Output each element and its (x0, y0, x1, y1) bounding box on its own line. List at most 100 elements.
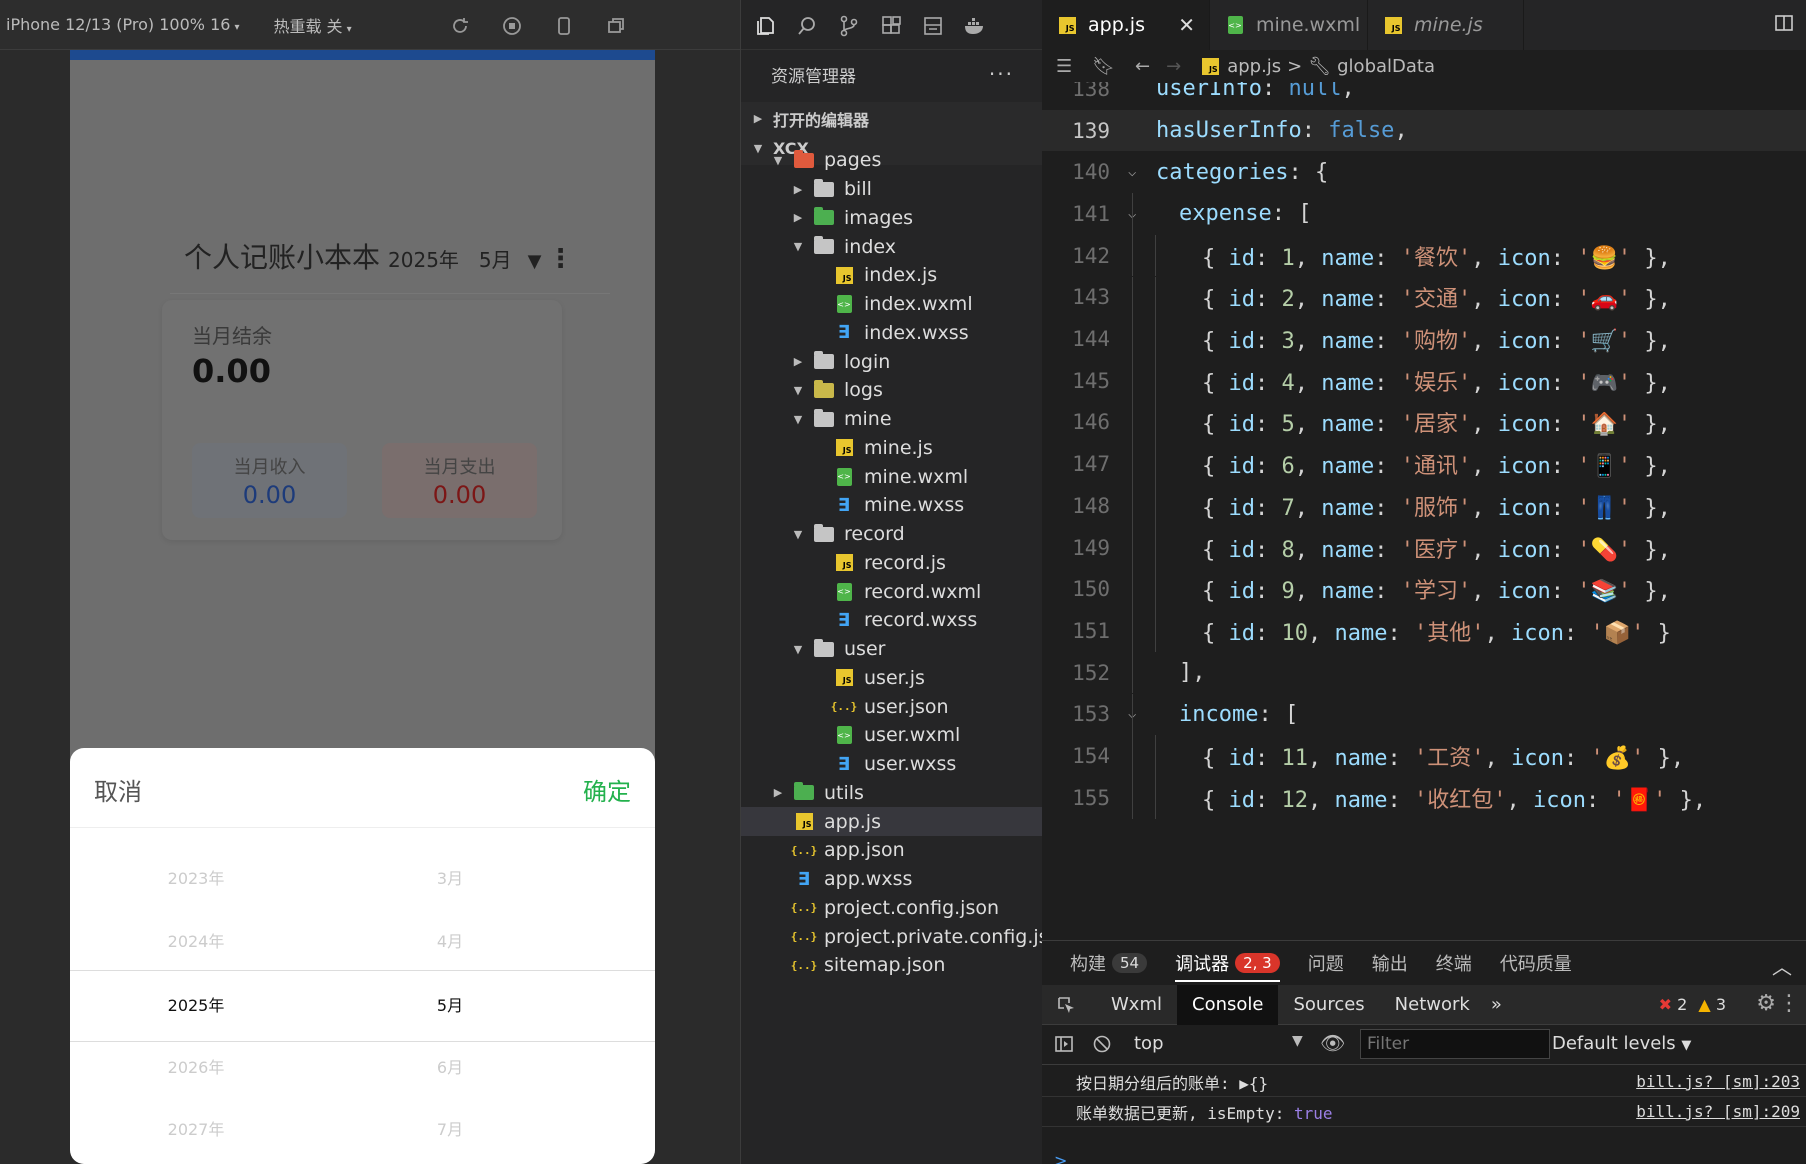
devtools-tab[interactable]: Console (1177, 984, 1279, 1025)
picker-year-option[interactable]: 2024年 (168, 928, 225, 952)
search-icon[interactable] (793, 12, 821, 40)
file-icon-wrap: JS (833, 265, 855, 285)
tree-item[interactable]: ▼ logs (741, 376, 1043, 405)
more-tabs-icon[interactable]: » (1491, 994, 1502, 1015)
confirm-button[interactable]: 确定 (583, 772, 631, 807)
panel-tab[interactable]: 代码质量 (1500, 950, 1572, 976)
tree-item[interactable]: ∃ mine.wxss (741, 491, 1043, 520)
open-editors-section[interactable]: ▶ 打开的编辑器 (741, 102, 1043, 135)
picker-month-option[interactable]: 4月 (437, 928, 463, 952)
app-month[interactable]: 5月 (479, 244, 512, 273)
tree-item[interactable]: <> user.wxml (741, 721, 1043, 750)
issue-counts[interactable]: ✖ 2 ▲ 3 (1659, 995, 1726, 1014)
close-icon[interactable]: ✕ (1178, 13, 1195, 37)
tree-item[interactable]: {..} project.private.config.js... (741, 922, 1043, 951)
panel-tab[interactable]: 输出 (1372, 950, 1408, 976)
json-file-icon: {..} (790, 930, 818, 944)
tree-item[interactable]: <> index.wxml (741, 290, 1043, 319)
tree-item[interactable]: {..} sitemap.json (741, 951, 1043, 980)
picker-month-option[interactable]: 6月 (437, 1054, 463, 1078)
more-vertical-icon[interactable]: ⋮ (1778, 991, 1800, 1016)
tree-item[interactable]: JS app.js (741, 807, 1043, 836)
tree-item[interactable]: ▶ login (741, 347, 1043, 376)
picker-year-option[interactable]: 2026年 (168, 1054, 225, 1078)
tree-item[interactable]: ▼ pages (741, 146, 1043, 175)
editor-tab[interactable]: JS mine.js (1368, 0, 1524, 50)
split-editor-icon[interactable] (1774, 13, 1794, 38)
hot-reload-toggle[interactable]: 热重载 关 ▾ (273, 13, 351, 37)
tree-item[interactable]: <> mine.wxml (741, 462, 1043, 491)
chevron-up-icon[interactable]: ︿ (1772, 951, 1792, 980)
forward-arrow-icon[interactable]: → (1166, 56, 1181, 77)
back-arrow-icon[interactable]: ← (1135, 56, 1150, 77)
console-prompt[interactable]: > (1054, 1151, 1067, 1164)
devtools-tab[interactable]: Network (1380, 985, 1485, 1025)
console-source-link[interactable]: bill.js? [sm]:203 (1636, 1072, 1800, 1091)
tree-item[interactable]: JS record.js (741, 549, 1043, 578)
extensions-icon[interactable] (877, 12, 905, 40)
tree-item[interactable]: ▶ bill (741, 175, 1043, 204)
tree-item[interactable]: <> record.wxml (741, 577, 1043, 606)
source-control-icon[interactable] (835, 12, 863, 40)
code-editor[interactable]: 138 userInfo: null, 139 hasUserInfo: false,… (1042, 82, 1806, 940)
filter-input[interactable] (1360, 1029, 1550, 1059)
eye-icon[interactable]: 👁︎ (1320, 1031, 1345, 1055)
dropdown-arrow-icon[interactable]: ▼ (528, 251, 542, 272)
breadcrumb-file[interactable]: JS app.js (1199, 56, 1281, 77)
tree-item[interactable]: ▶ images (741, 204, 1043, 233)
tree-item[interactable]: ∃ app.wxss (741, 865, 1043, 894)
refresh-icon[interactable] (448, 14, 472, 38)
context-selector[interactable]: top (1134, 1033, 1164, 1054)
docker-icon[interactable] (961, 12, 989, 40)
storage-icon[interactable] (919, 12, 947, 40)
caret-down-icon[interactable]: ▼ (1292, 1033, 1303, 1049)
picker-month-option[interactable]: 3月 (437, 865, 463, 889)
picker-month-option[interactable]: 7月 (437, 1116, 463, 1140)
tree-item[interactable]: JS user.js (741, 664, 1043, 693)
outline-list-icon[interactable]: ☰ (1056, 56, 1072, 77)
stop-icon[interactable] (500, 14, 524, 38)
tree-item[interactable]: ▶ utils (741, 779, 1043, 808)
bookmark-icon[interactable]: 🔖︎ (1092, 56, 1115, 77)
devtools-tab[interactable]: Sources (1278, 985, 1379, 1025)
files-icon[interactable] (751, 12, 779, 40)
device-selector[interactable]: iPhone 12/13 (Pro) 100% 16 ▾ (6, 15, 239, 34)
phone-icon[interactable] (552, 14, 576, 38)
tree-item[interactable]: ▼ mine (741, 405, 1043, 434)
picker-year-option[interactable]: 2023年 (168, 865, 225, 889)
more-actions-icon[interactable]: ... (989, 56, 1014, 80)
panel-tab[interactable]: 调试器 2, 3 (1175, 950, 1280, 982)
tree-item[interactable]: {..} project.config.json (741, 894, 1043, 923)
cancel-button[interactable]: 取消 (94, 772, 142, 807)
detach-window-icon[interactable] (604, 14, 628, 38)
more-vertical-icon[interactable]: ⋮ (548, 244, 574, 274)
devtools-tab[interactable]: Wxml (1096, 985, 1177, 1025)
tree-item[interactable]: {..} app.json (741, 836, 1043, 865)
app-year[interactable]: 2025年 (388, 244, 459, 273)
picker-year-option[interactable]: 2025年 (168, 992, 225, 1016)
console-source-link[interactable]: bill.js? [sm]:209 (1636, 1102, 1800, 1121)
tree-item[interactable]: JS mine.js (741, 434, 1043, 463)
tree-item[interactable]: ∃ record.wxss (741, 606, 1043, 635)
fold-chevron-icon[interactable]: ⌵ (1128, 164, 1136, 180)
editor-tab[interactable]: <> mine.wxml (1210, 0, 1368, 50)
log-levels-dropdown[interactable]: Default levels ▼ (1552, 1033, 1691, 1054)
sidebar-toggle-icon[interactable] (1054, 1034, 1074, 1059)
tree-item[interactable]: {..} user.json (741, 692, 1043, 721)
picker-month-option[interactable]: 5月 (437, 992, 463, 1016)
clear-console-icon[interactable] (1092, 1034, 1112, 1059)
picker-year-option[interactable]: 2027年 (168, 1116, 225, 1140)
tree-item[interactable]: JS index.js (741, 261, 1043, 290)
tree-item[interactable]: ▼ index (741, 232, 1043, 261)
panel-tab[interactable]: 终端 (1436, 950, 1472, 976)
tree-item[interactable]: ∃ index.wxss (741, 319, 1043, 348)
tree-item[interactable]: ▼ record (741, 520, 1043, 549)
inspect-element-icon[interactable] (1056, 995, 1086, 1015)
tree-item[interactable]: ▼ user (741, 635, 1043, 664)
gear-icon[interactable]: ⚙ (1756, 991, 1776, 1016)
tree-item[interactable]: ∃ user.wxss (741, 750, 1043, 779)
panel-tab[interactable]: 构建 54 (1070, 950, 1148, 976)
panel-tab[interactable]: 问题 (1308, 950, 1344, 976)
breadcrumb-symbol[interactable]: 🔧︎ globalData (1308, 56, 1435, 77)
editor-tab[interactable]: JS app.js ✕ (1042, 0, 1210, 50)
